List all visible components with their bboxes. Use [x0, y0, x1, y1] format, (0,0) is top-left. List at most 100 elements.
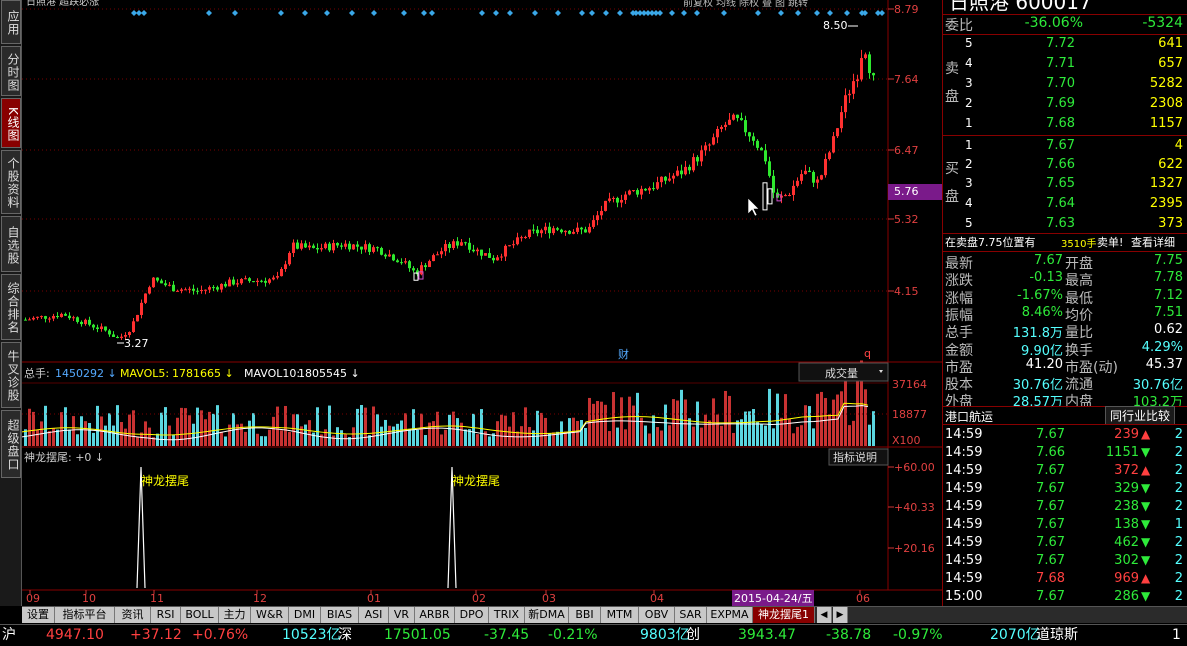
candle-body: [192, 288, 195, 291]
candle-body: [500, 256, 503, 258]
volume-bar: [276, 406, 279, 446]
top-menu-item-0[interactable]: 前复权: [683, 0, 713, 9]
volume-bar: [748, 411, 751, 446]
volume-bar: [632, 405, 635, 446]
sh-amount: 10523亿: [282, 627, 341, 643]
volume-bar: [436, 411, 439, 446]
bottom-tab-14[interactable]: 新DMA: [525, 607, 569, 623]
bottom-tab-2[interactable]: 资讯: [115, 607, 151, 623]
bottom-tab-17[interactable]: OBV: [639, 607, 675, 623]
left-tab-5[interactable]: 综合排名: [1, 274, 21, 340]
volume-bar: [504, 415, 507, 446]
candle-body: [88, 319, 91, 325]
chart-background: [22, 0, 942, 606]
candle-body: [36, 316, 39, 318]
k-line-chart-panel[interactable]: 日照港 超跌必涨 8.79 7.64 6.47 5.76 5.32 4.15 8.50 3.27…: [22, 0, 942, 606]
candle-body: [116, 337, 119, 339]
date-label-0: 09: [26, 592, 40, 605]
candle-body: [712, 137, 715, 145]
volume-bar: [816, 393, 819, 446]
volume-bar: [408, 428, 411, 446]
left-tab-1[interactable]: 分时图: [1, 46, 21, 96]
bottom-tab-5[interactable]: 主力: [219, 607, 251, 623]
candle-body: [108, 330, 111, 335]
high-price-label: 8.50: [823, 19, 848, 32]
bottom-tab-16[interactable]: MTM: [601, 607, 639, 623]
bottom-tab-18[interactable]: SAR: [675, 607, 707, 623]
volume-bar: [400, 420, 403, 446]
industry-compare-button[interactable]: 同行业比较: [1105, 406, 1176, 425]
bottom-tab-3[interactable]: RSI: [151, 607, 181, 623]
indicator-axis-label-2: +20.16: [894, 542, 935, 555]
bottom-tab-9[interactable]: ASI: [359, 607, 389, 623]
volume-bar: [384, 419, 387, 446]
candle-body: [576, 227, 579, 232]
left-tab-2[interactable]: K线图: [1, 98, 21, 148]
bottom-tab-20[interactable]: 神龙摆尾1: [753, 607, 815, 623]
top-menu-item-4[interactable]: 图: [775, 0, 785, 9]
volume-label: 总手:: [24, 366, 50, 380]
volume-bar: [496, 421, 499, 446]
volume-bar: [288, 432, 291, 446]
left-tab-3[interactable]: 个股资料: [1, 150, 21, 214]
tick-volume: 302: [1114, 553, 1139, 568]
volume-selector[interactable]: 成交量: [825, 366, 858, 380]
volume-bar: [820, 391, 823, 446]
candle-body: [252, 281, 255, 283]
tick-volume: 372: [1114, 463, 1139, 478]
left-tab-6[interactable]: 牛叉诊股: [1, 342, 21, 408]
buy-volume-1: 4: [1174, 138, 1183, 153]
bottom-tab-0[interactable]: 设置: [22, 607, 55, 623]
volume-bar: [412, 409, 415, 446]
volume-bar: [832, 399, 835, 446]
left-tab-7[interactable]: 超级盘口: [1, 410, 21, 478]
candle-body: [788, 194, 791, 196]
candle-body: [808, 170, 811, 173]
candle-body: [380, 248, 383, 255]
candle-body: [752, 136, 755, 141]
top-menu-item-2[interactable]: 除权: [739, 0, 759, 9]
bottom-tab-1[interactable]: 指标平台: [55, 607, 115, 623]
bottom-tab-12[interactable]: DPO: [455, 607, 489, 623]
left-tab-4[interactable]: 自选股: [1, 216, 21, 272]
notice-text: 在卖盘7.75位置有: [945, 236, 1036, 249]
top-menu-item-5[interactable]: 跳转: [788, 0, 808, 9]
top-menu-item-3[interactable]: 叠: [762, 0, 772, 9]
bottom-tab-13[interactable]: TRIX: [489, 607, 525, 623]
bottom-tab-6[interactable]: W&R: [251, 607, 289, 623]
bottom-tab-11[interactable]: ARBR: [415, 607, 455, 623]
volume-bar: [124, 428, 127, 446]
candle-body: [820, 175, 823, 180]
bottom-tab-4[interactable]: BOLL: [181, 607, 219, 623]
cy-percent: -0.97%: [893, 627, 943, 643]
volume-bar: [604, 404, 607, 446]
bottom-tab-10[interactable]: VR: [389, 607, 415, 623]
indicator-help-text[interactable]: 指标说明: [833, 450, 877, 464]
buy-level-2: 2: [965, 157, 973, 171]
bottom-tab-19[interactable]: EXPMA: [707, 607, 753, 623]
volume-bar: [48, 431, 51, 446]
top-menu-item-1[interactable]: 均线: [716, 0, 736, 9]
volume-bar: [844, 370, 847, 446]
candle-body: [588, 226, 591, 233]
cai-marker[interactable]: 财: [618, 347, 629, 361]
q-marker[interactable]: q: [864, 347, 871, 360]
notice-detail-link[interactable]: 查看详细: [1131, 234, 1175, 250]
tick-count: 2: [1174, 481, 1183, 496]
scroll-left-icon[interactable]: ◀: [817, 607, 832, 623]
candle-body: [528, 229, 531, 238]
bottom-tab-8[interactable]: BIAS: [321, 607, 359, 623]
scroll-right-icon[interactable]: ▶: [833, 607, 848, 623]
stat-value2-7: 30.76亿: [1132, 378, 1183, 394]
candle-body: [692, 157, 695, 171]
candle-body: [520, 237, 523, 239]
bottom-tab-7[interactable]: DMI: [289, 607, 321, 623]
volume-bar: [836, 394, 839, 446]
industry-name: 港口航运: [945, 410, 994, 424]
bottom-tab-15[interactable]: BBI: [569, 607, 601, 623]
left-tab-0[interactable]: 应用: [1, 0, 21, 44]
volume-bar: [228, 424, 231, 446]
candle-body: [804, 170, 807, 175]
candle-body: [160, 280, 163, 284]
tick-time: 14:59: [945, 481, 983, 496]
